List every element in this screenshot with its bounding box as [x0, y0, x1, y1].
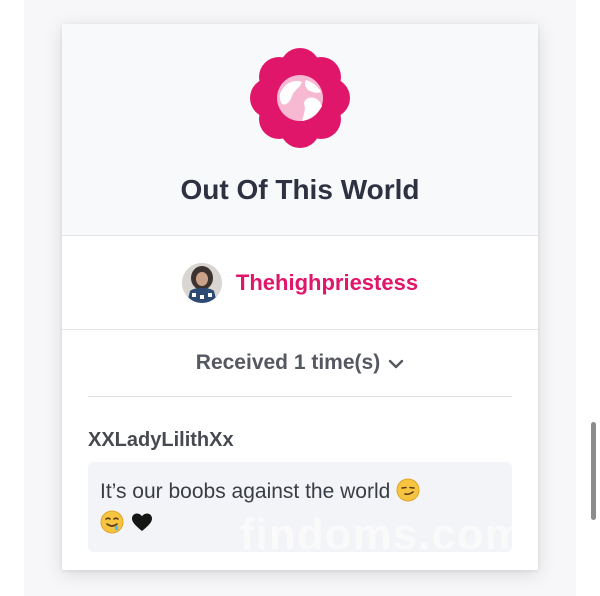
- badge-title: Out Of This World: [180, 174, 420, 205]
- sender-name-link[interactable]: Thehighpriestess: [236, 270, 418, 296]
- received-toggle[interactable]: Received 1 time(s): [62, 330, 538, 396]
- avatar[interactable]: [181, 262, 222, 303]
- black-heart-emoji: [131, 513, 152, 531]
- received-label: Received 1 time(s): [195, 351, 381, 374]
- divider: [88, 396, 512, 397]
- scrollbar[interactable]: [591, 422, 596, 520]
- globe-flower-icon: [250, 48, 350, 148]
- comment-author: XXLadyLilithXx: [88, 429, 234, 451]
- comment-text: It’s our boobs against the world: [100, 480, 391, 503]
- drooling-face-emoji: [100, 510, 124, 534]
- watermark: findoms.com: [240, 510, 525, 559]
- badge-card: Out Of This World Thehighpriestess Recei…: [62, 24, 538, 570]
- chevron-down-icon: [389, 359, 404, 369]
- badge-header: Out Of This World: [62, 24, 538, 236]
- smirking-face-emoji: [396, 478, 420, 502]
- sender-row[interactable]: Thehighpriestess: [62, 236, 538, 330]
